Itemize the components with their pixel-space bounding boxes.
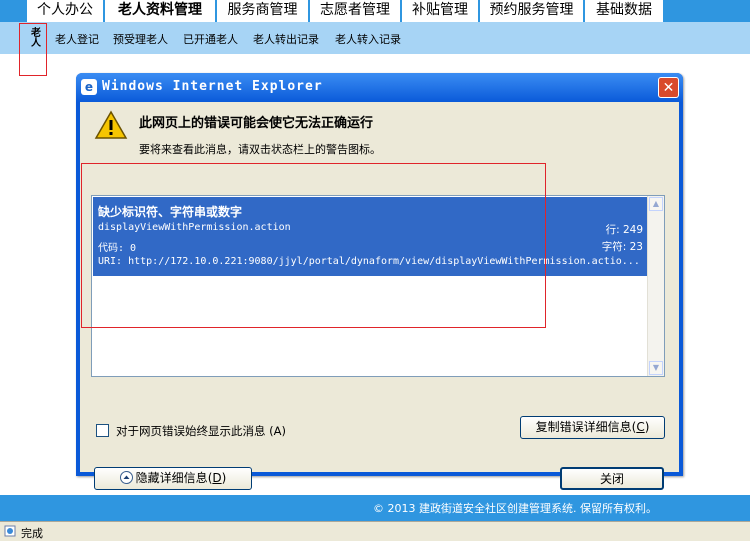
subnav-item-pre-accepted[interactable]: 预受理老人 — [113, 31, 168, 47]
chevron-up-icon — [119, 471, 133, 484]
always-show-label-text: 对于网页错误始终显示此消息 — [116, 424, 266, 438]
hide-button-shortcut: D — [212, 471, 222, 485]
sub-error-message: 要将来查看此消息，请双击状态栏上的警告图标。 — [139, 143, 381, 156]
tab-subsidy-management[interactable]: 补贴管理 — [402, 0, 479, 22]
internet-explorer-icon: e — [81, 79, 97, 95]
highlight-box-error — [81, 163, 546, 328]
page-done-icon — [4, 525, 16, 537]
warning-icon — [94, 110, 128, 139]
sub-nav-bar: 老人 老人登记 预受理老人 已开通老人 老人转出记录 老人转入记录 — [0, 22, 750, 54]
hide-button-label: 隐藏详细信息 — [135, 471, 208, 485]
error-line: 行: 249 — [605, 224, 643, 236]
subnav-item-activated[interactable]: 已开通老人 — [183, 31, 238, 47]
scroll-up-icon[interactable]: ▲ — [649, 197, 663, 211]
error-char: 字符: 23 — [601, 241, 643, 253]
tab-volunteer-management[interactable]: 志愿者管理 — [310, 0, 401, 22]
highlight-box-subnav — [19, 23, 47, 76]
top-nav-bar: 个人办公 老人资料管理 服务商管理 志愿者管理 补贴管理 预约服务管理 基础数据 — [0, 0, 750, 22]
hide-details-button[interactable]: 隐藏详细信息(D) — [94, 467, 252, 490]
details-scrollbar[interactable]: ▲ ▼ — [647, 196, 664, 376]
subnav-item-transfer-in[interactable]: 老人转入记录 — [335, 31, 401, 47]
dialog-titlebar[interactable]: e Windows Internet Explorer ✕ — [76, 73, 683, 102]
tab-elder-records[interactable]: 老人资料管理 — [105, 0, 216, 22]
copy-button-shortcut: C — [636, 420, 645, 434]
close-icon[interactable]: ✕ — [658, 77, 679, 98]
always-show-label[interactable]: 对于网页错误始终显示此消息 (A) — [116, 423, 286, 439]
copy-button-label: 复制错误详细信息 — [535, 420, 632, 434]
subnav-item-register[interactable]: 老人登记 — [55, 31, 99, 47]
scroll-down-icon[interactable]: ▼ — [649, 361, 663, 375]
dialog-title: Windows Internet Explorer — [102, 79, 323, 94]
close-button[interactable]: 关闭 — [560, 467, 664, 490]
tab-personal-office[interactable]: 个人办公 — [27, 0, 104, 22]
always-show-shortcut: (A) — [269, 424, 286, 438]
tab-basic-data[interactable]: 基础数据 — [585, 0, 664, 22]
page-footer: © 2013 建政街道安全社区创建管理系统. 保留所有权利。 — [0, 495, 750, 521]
main-error-message: 此网页上的错误可能会使它无法正确运行 — [139, 116, 374, 131]
subnav-item-transfer-out[interactable]: 老人转出记录 — [253, 31, 319, 47]
tab-provider-management[interactable]: 服务商管理 — [217, 0, 309, 22]
copyright-text: © 2013 建政街道安全社区创建管理系统. 保留所有权利。 — [373, 502, 657, 515]
browser-status-bar: 完成 — [0, 521, 750, 541]
copy-error-details-button[interactable]: 复制错误详细信息(C) — [520, 416, 665, 439]
status-text: 完成 — [21, 527, 43, 540]
always-show-checkbox[interactable] — [96, 424, 109, 437]
tab-appointment-management[interactable]: 预约服务管理 — [480, 0, 584, 22]
